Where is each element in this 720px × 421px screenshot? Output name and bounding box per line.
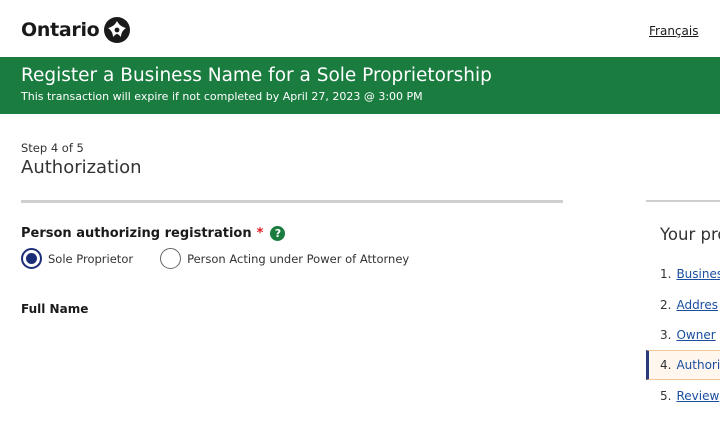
step-number: 3. bbox=[660, 328, 672, 342]
page-banner: Register a Business Name for a Sole Prop… bbox=[0, 57, 720, 114]
authorizer-label-text: Person authorizing registration bbox=[21, 226, 252, 241]
step-link[interactable]: Owner bbox=[676, 328, 715, 342]
radio-label: Person Acting under Power of Attorney bbox=[187, 251, 410, 266]
radio-button-unselected[interactable] bbox=[160, 248, 182, 269]
step-number: 5. bbox=[660, 389, 672, 403]
expiry-notice: This transaction will expire if not comp… bbox=[21, 90, 423, 103]
step-link[interactable]: Review bbox=[676, 389, 719, 403]
radio-power-of-attorney[interactable]: Person Acting under Power of Attorney bbox=[160, 248, 409, 269]
step-title: Authorization bbox=[21, 157, 142, 178]
logo-text: Ontario bbox=[21, 19, 100, 41]
step-link[interactable]: Busines bbox=[676, 267, 720, 281]
radio-sole-proprietor[interactable]: Sole Proprietor bbox=[21, 248, 133, 269]
required-marker: * bbox=[256, 226, 264, 241]
progress-step-3[interactable]: 3. Owner bbox=[646, 320, 720, 350]
authorizer-radio-group: Sole Proprietor Person Acting under Powe… bbox=[21, 248, 436, 269]
progress-step-1[interactable]: 1. Busines bbox=[646, 259, 720, 289]
step-indicator: Step 4 of 5 bbox=[21, 141, 84, 155]
section-divider bbox=[21, 200, 563, 203]
radio-label: Sole Proprietor bbox=[48, 251, 134, 266]
help-icon[interactable]: ? bbox=[270, 226, 286, 241]
progress-step-2[interactable]: 2. Addres bbox=[646, 290, 720, 320]
progress-steps: 1. Busines 2. Addres 3. Owner 4. Authori… bbox=[646, 0, 720, 421]
step-link[interactable]: Authori bbox=[676, 358, 720, 372]
radio-button-selected[interactable] bbox=[21, 248, 42, 269]
step-number: 2. bbox=[660, 298, 672, 312]
step-number: 4. bbox=[660, 358, 672, 372]
progress-step-5[interactable]: 5. Review bbox=[646, 381, 720, 411]
page-title: Register a Business Name for a Sole Prop… bbox=[21, 65, 492, 86]
authorizer-field-label: Person authorizing registration * ? bbox=[21, 226, 286, 241]
step-link[interactable]: Addres bbox=[676, 298, 718, 312]
full-name-label: Full Name bbox=[21, 302, 89, 316]
site-header: Ontario Français bbox=[0, 0, 720, 56]
step-number: 1. bbox=[660, 267, 672, 281]
ontario-logo[interactable]: Ontario bbox=[21, 16, 131, 44]
progress-step-4-current[interactable]: 4. Authori bbox=[646, 350, 720, 380]
ontario-trillium-icon bbox=[103, 16, 131, 44]
